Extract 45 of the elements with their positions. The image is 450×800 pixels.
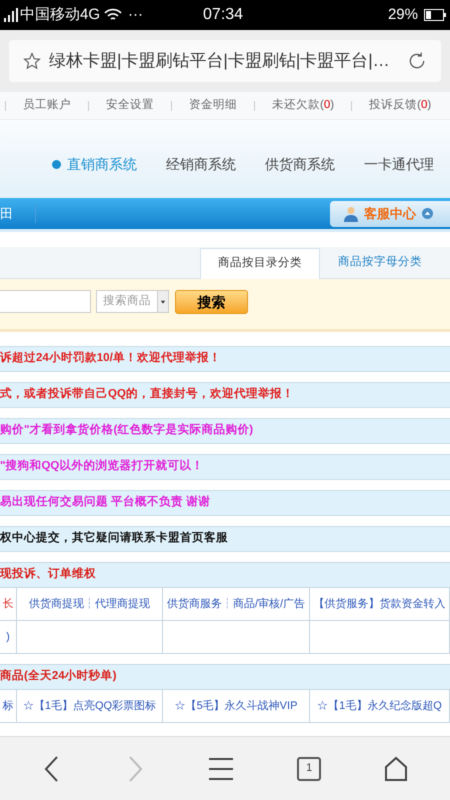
address-field[interactable]: 绿林卡盟|卡盟刷钻平台|卡盟刷钻|卡盟平台|… <box>9 40 441 82</box>
top-link[interactable]: 员工账户 <box>23 96 71 114</box>
top-link[interactable]: 未还欠款(0) <box>272 96 334 114</box>
top-link[interactable]: 安全设置 <box>106 96 154 114</box>
page-title: 绿林卡盟|卡盟刷钻平台|卡盟刷钻|卡盟平台|… <box>49 50 390 72</box>
home-icon[interactable] <box>384 756 408 782</box>
notice-text: "搜狗和QQ以外的浏览器打开就可以！ <box>0 458 204 474</box>
table-cell-text[interactable]: ☆【1毛】点亮QQ彩票图标 <box>22 700 156 712</box>
table-cell-text[interactable]: 供货商提现┆代理商提现 <box>29 598 150 610</box>
table-cell-text[interactable]: ) <box>6 630 10 644</box>
up-circle-icon <box>422 208 433 219</box>
table-cell-text[interactable]: 标 <box>2 700 14 712</box>
notice-text: 易出现任何交易问题 平台概不负责 谢谢 <box>0 494 210 510</box>
notice-text: 购价"才看到拿货价格(红色数字是实际商品购价) <box>0 422 254 438</box>
section-title: 商品(全天24小时秒单) <box>0 668 116 684</box>
star-icon[interactable] <box>23 52 41 70</box>
table-cell-text[interactable]: ☆【1毛】永久纪念版超Q <box>317 700 442 712</box>
menu-icon[interactable] <box>208 756 234 780</box>
system-tab[interactable]: 经销商系统 <box>166 154 236 174</box>
table-cell-text[interactable]: 长 <box>2 598 14 610</box>
signal-icon <box>4 8 18 22</box>
top-link[interactable]: 资金明细 <box>189 96 237 114</box>
carrier-text: 中国移动4G <box>20 4 100 25</box>
search-field[interactable] <box>0 290 91 313</box>
tabs-button[interactable]: 1 <box>297 756 322 780</box>
caret-icon <box>157 291 168 312</box>
notice-text: 诉超过24小时罚款10/单！欢迎代理举报！ <box>0 350 221 366</box>
table-cell-text[interactable]: 供货商服务┆商品/审核/广告 <box>166 598 306 610</box>
search-button[interactable]: 搜索 <box>175 290 248 314</box>
more-dots: ··· <box>128 4 144 25</box>
reload-icon[interactable] <box>407 51 427 71</box>
wifi-icon <box>104 8 122 22</box>
top-link[interactable]: 投诉反馈(0) <box>369 96 432 114</box>
battery-text: 29% <box>388 4 418 25</box>
battery-icon <box>424 9 446 21</box>
table-cell-text[interactable]: ☆【5毛】永久斗战神VIP <box>174 700 298 712</box>
category-tab[interactable]: 商品按目录分类 <box>200 248 320 279</box>
notice-text: 式，或者投诉带自己QQ的，直接封号，欢迎代理举报！ <box>0 386 294 402</box>
person-icon <box>344 206 358 222</box>
category-tab[interactable]: 商品按字母分类 <box>320 247 440 278</box>
table-cell-text[interactable]: 【供货服务】货款资金转入 <box>314 598 446 610</box>
system-tab[interactable]: 供货商系统 <box>265 154 335 174</box>
system-tab[interactable]: 一卡通代理 <box>364 154 434 174</box>
time-text: 07:34 <box>203 5 244 25</box>
section-title: 现投诉、订单维权 <box>0 566 96 582</box>
